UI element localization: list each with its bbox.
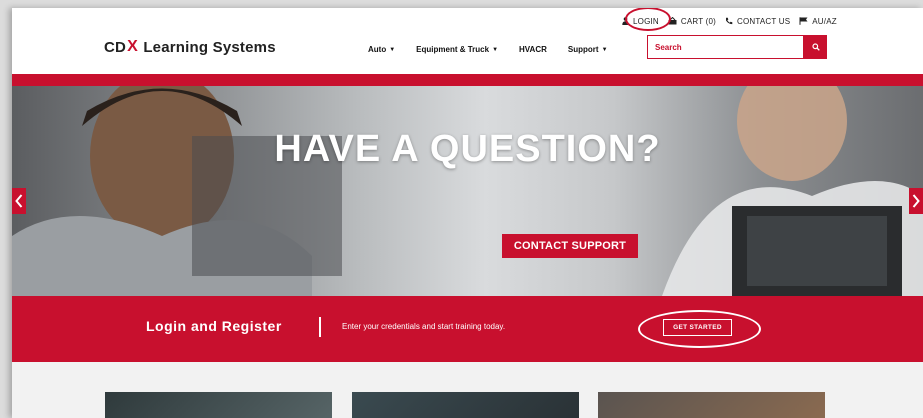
cart-label: CART (0) [680, 16, 716, 26]
cart-icon [668, 17, 677, 25]
browser-page: LOGIN CART (0) CONTACT US AU/AZ CD X Lear… [12, 8, 923, 418]
hero-carousel: HAVE A QUESTION? CONTACT SUPPORT [12, 86, 923, 296]
chevron-left-icon [15, 194, 23, 208]
content-section [12, 362, 923, 418]
nav-item-auto[interactable]: Auto ▼ [368, 45, 395, 54]
search-icon [811, 43, 820, 51]
nav-item-support[interactable]: Support ▼ [568, 45, 608, 54]
logo-text-pre: CD [104, 38, 127, 56]
feature-card-image[interactable] [598, 392, 825, 418]
logo-x-mark: X [127, 38, 138, 55]
banner-divider [319, 317, 321, 337]
nav-item-label: HVACR [519, 45, 547, 54]
search-box [647, 35, 827, 59]
contact-support-button[interactable]: CONTACT SUPPORT [502, 234, 638, 258]
logo-text-post: Learning Systems [138, 38, 276, 56]
search-button[interactable] [804, 35, 827, 59]
get-started-button[interactable]: GET STARTED [663, 319, 732, 336]
feature-card-image[interactable] [105, 392, 332, 418]
header-red-strip [12, 74, 923, 86]
nav-item-label: Equipment & Truck [416, 45, 490, 54]
search-input[interactable] [647, 35, 804, 59]
caret-down-icon: ▼ [389, 46, 396, 53]
main-nav: Auto ▼ Equipment & Truck ▼ HVACR Support… [368, 45, 608, 54]
nav-item-label: Support [567, 45, 599, 54]
utility-bar: LOGIN CART (0) CONTACT US AU/AZ [622, 12, 837, 30]
banner-title: Login and Register [146, 318, 282, 334]
contact-link[interactable]: CONTACT US [725, 17, 790, 26]
hero-title: HAVE A QUESTION? [274, 128, 661, 170]
caret-down-icon: ▼ [601, 46, 608, 53]
carousel-prev-button[interactable] [12, 188, 26, 214]
flag-icon [799, 17, 808, 25]
region-selector[interactable]: AU/AZ [799, 17, 837, 26]
feature-card-image[interactable] [352, 392, 579, 418]
login-register-banner: Login and Register Enter your credential… [12, 296, 923, 362]
login-label: LOGIN [633, 16, 659, 26]
nav-item-equipment-truck[interactable]: Equipment & Truck ▼ [416, 45, 498, 54]
caret-down-icon: ▼ [492, 46, 499, 53]
carousel-next-button[interactable] [909, 188, 923, 214]
chevron-right-icon [912, 194, 920, 208]
region-label: AU/AZ [812, 16, 837, 26]
nav-item-hvacr[interactable]: HVACR [519, 45, 547, 54]
login-link[interactable]: LOGIN [622, 17, 659, 26]
contact-label: CONTACT US [737, 16, 791, 26]
banner-text: Enter your credentials and start trainin… [342, 322, 506, 331]
logo[interactable]: CD X Learning Systems [104, 38, 276, 56]
phone-icon [726, 17, 733, 25]
cart-link[interactable]: CART (0) [668, 17, 716, 26]
user-icon [622, 17, 629, 25]
hero-photo [12, 86, 923, 296]
nav-item-label: Auto [368, 45, 387, 54]
